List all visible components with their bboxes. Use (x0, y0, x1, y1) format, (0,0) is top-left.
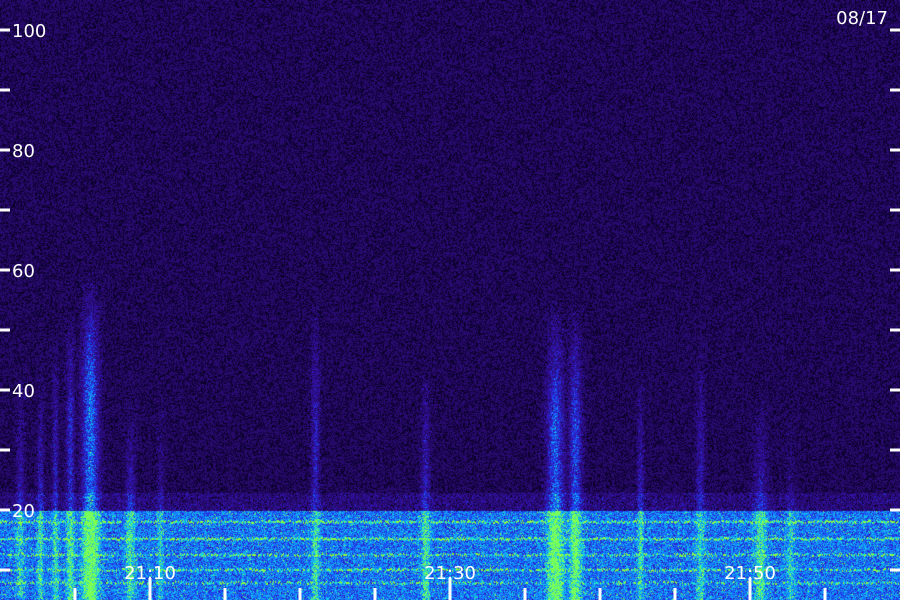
y-minor-tick-right (890, 568, 900, 572)
x-minor-tick (298, 588, 302, 600)
y-tick-label: 40 (12, 381, 35, 402)
x-minor-tick (823, 588, 827, 600)
y-tick-label: 80 (12, 141, 35, 162)
y-minor-tick-left (0, 208, 10, 212)
y-tick-label: 20 (12, 501, 35, 522)
x-minor-tick (223, 588, 227, 600)
x-minor-tick (673, 588, 677, 600)
axes-overlay: 20 40 60 80 100 21:10 21:30 21:50 08/17 (0, 8, 900, 600)
y-minor-tick-right (890, 208, 900, 212)
y-tick-right (890, 388, 900, 392)
y-tick-label: 60 (12, 261, 35, 282)
date-label: 08/17 (836, 8, 888, 29)
y-tick-left (0, 268, 10, 272)
y-tick-left (0, 388, 10, 392)
x-minor-tick (598, 588, 602, 600)
y-minor-tick-left (0, 448, 10, 452)
x-tick-label: 21:50 (724, 563, 776, 584)
y-minor-tick-left (0, 328, 10, 332)
y-minor-tick-right (890, 88, 900, 92)
y-tick-right (890, 148, 900, 152)
y-minor-tick-right (890, 448, 900, 452)
x-minor-tick (73, 588, 77, 600)
y-tick-left (0, 28, 10, 32)
x-minor-tick (523, 588, 527, 600)
spectrogram-chart: 20 40 60 80 100 21:10 21:30 21:50 08/17 (0, 0, 900, 600)
y-tick-right (890, 28, 900, 32)
y-tick-left (0, 508, 10, 512)
x-tick-label: 21:10 (124, 563, 176, 584)
y-tick-label: 100 (12, 21, 46, 42)
x-minor-tick (373, 588, 377, 600)
x-tick-label: 21:30 (424, 563, 476, 584)
y-minor-tick-left (0, 568, 10, 572)
y-axis: 20 40 60 80 100 (0, 21, 900, 572)
y-tick-left (0, 148, 10, 152)
y-tick-right (890, 268, 900, 272)
x-axis: 21:10 21:30 21:50 (73, 563, 827, 600)
y-minor-tick-left (0, 88, 10, 92)
y-minor-tick-right (890, 328, 900, 332)
y-tick-right (890, 508, 900, 512)
